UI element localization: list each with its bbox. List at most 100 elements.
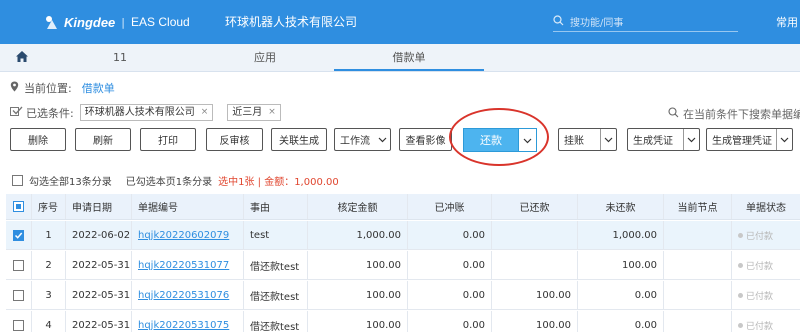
unpaid-amount: 0.00	[578, 281, 664, 309]
related-generate-button[interactable]: 关联生成	[271, 128, 327, 151]
location-label: 当前位置:	[24, 82, 72, 95]
row-checkbox[interactable]	[13, 229, 24, 241]
table-row[interactable]: 1 2022-06-02 hqjk20220602079 test 1,000.…	[6, 221, 800, 250]
column-header: 单据状态	[746, 203, 786, 214]
repaid-amount: 100.00	[492, 281, 578, 309]
column-header: 未还款	[578, 194, 664, 219]
brand-separator: |	[121, 15, 126, 29]
table-row[interactable]: 3 2022-05-31 hqjk20220531076 借还款test 100…	[6, 281, 800, 310]
apply-date: 2022-05-31	[66, 281, 132, 309]
bill-code-link[interactable]: hqjk20220531077	[132, 251, 244, 279]
apply-date: 2022-06-02	[66, 221, 132, 249]
selected-page-label: 已勾选本页1条分录	[125, 177, 213, 188]
row-number: 1	[32, 221, 66, 249]
row-checkbox[interactable]	[13, 259, 24, 271]
row-checkbox[interactable]	[13, 289, 24, 301]
offset-amount: 0.00	[408, 281, 492, 309]
workflow-dropdown[interactable]: 工作流	[334, 128, 391, 151]
table-row[interactable]: 2 2022-05-31 hqjk20220531077 借还款test 100…	[6, 251, 800, 280]
brand-name: Kingdee	[64, 14, 116, 30]
tab-apps[interactable]: 应用	[200, 44, 330, 71]
column-header: 单据编号	[132, 194, 244, 219]
delete-button[interactable]: 删除	[10, 128, 66, 151]
select-all-label: 勾选全部13条分录	[29, 177, 112, 188]
bill-code-link[interactable]: hqjk20220531075	[132, 311, 244, 332]
bill-code-link[interactable]: hqjk20220602079	[132, 221, 244, 249]
column-header: 申请日期	[66, 194, 132, 219]
unpaid-amount: 100.00	[578, 251, 664, 279]
refresh-button[interactable]: 刷新	[75, 128, 131, 151]
generate-voucher-dropdown[interactable]: 生成凭证	[627, 128, 700, 151]
selected-conditions: 已选条件: 环球机器人技术有限公司 × 近三月 ×	[10, 104, 281, 121]
condition-chip-period[interactable]: 近三月 ×	[227, 104, 281, 121]
generate-mgmt-voucher-label: 生成管理凭证	[712, 136, 772, 147]
bill-code-link[interactable]: hqjk20220531076	[132, 281, 244, 309]
current-node	[664, 221, 732, 249]
chevron-down-icon	[374, 129, 390, 150]
column-header: 核定金额	[308, 194, 408, 219]
row-checkbox-cell[interactable]	[6, 281, 32, 309]
view-image-button[interactable]: 查看影像	[399, 128, 452, 151]
repaid-amount: 100.00	[492, 311, 578, 332]
apply-date: 2022-05-31	[66, 311, 132, 332]
hang-account-dropdown[interactable]: 挂账	[558, 128, 617, 151]
approved-amount: 100.00	[308, 251, 408, 279]
bill-status: 已付款	[732, 311, 800, 332]
reason: 借还款test	[244, 311, 308, 332]
search-icon	[553, 14, 564, 29]
company-name[interactable]: 环球机器人技术有限公司	[225, 13, 357, 30]
home-tab[interactable]	[0, 44, 44, 71]
column-header: 当前节点	[664, 194, 732, 219]
condition-chip-company[interactable]: 环球机器人技术有限公司 ×	[79, 104, 214, 121]
workflow-label: 工作流	[340, 136, 370, 147]
location-pin-icon	[10, 81, 19, 95]
column-header: 已还款	[492, 194, 578, 219]
location-link[interactable]: 借款单	[82, 80, 115, 96]
row-number: 2	[32, 251, 66, 279]
offset-amount: 0.00	[408, 311, 492, 332]
favorites-menu[interactable]: 常用	[776, 14, 798, 30]
row-checkbox-cell[interactable]	[6, 251, 32, 279]
current-location: 当前位置: 借款单	[10, 80, 115, 96]
close-icon[interactable]: ×	[268, 105, 276, 120]
approved-amount: 1,000.00	[308, 221, 408, 249]
current-node	[664, 281, 732, 309]
unpaid-amount: 0.00	[578, 311, 664, 332]
tab-loan-bill[interactable]: 借款单	[334, 44, 484, 71]
bill-status: 已付款	[732, 251, 800, 279]
close-icon[interactable]: ×	[201, 105, 209, 120]
global-search[interactable]: 搜功能/同事	[553, 12, 738, 32]
select-all-checkbox[interactable]	[12, 175, 23, 186]
brand-logo[interactable]: Kingdee | EAS Cloud	[44, 12, 190, 32]
offset-amount: 0.00	[408, 221, 492, 249]
column-header: 已冲账	[408, 194, 492, 219]
header-select-checkbox-cell[interactable]	[6, 194, 32, 219]
header-checkbox[interactable]	[13, 201, 24, 212]
tab-11[interactable]: 11	[60, 44, 180, 71]
selection-summary: 勾选全部13条分录 已勾选本页1条分录 选中1张 | 金额：1,000.00	[12, 173, 339, 188]
repaid-amount	[492, 251, 578, 279]
search-icon	[668, 107, 679, 121]
status-badge: 已付款	[746, 291, 774, 302]
chip-label: 环球机器人技术有限公司	[84, 107, 195, 118]
filter-search-input[interactable]: 在当前条件下搜索单据编	[668, 106, 800, 122]
row-checkbox[interactable]	[13, 319, 24, 331]
filter-search-placeholder: 在当前条件下搜索单据编	[683, 108, 800, 121]
generate-mgmt-voucher-dropdown[interactable]: 生成管理凭证	[706, 128, 793, 151]
approved-amount: 100.00	[308, 311, 408, 332]
unaudit-button[interactable]: 反审核	[206, 128, 263, 151]
reason: 借还款test	[244, 251, 308, 279]
offset-amount: 0.00	[408, 251, 492, 279]
table-row[interactable]: 4 2022-05-31 hqjk20220531075 借还款test 100…	[6, 311, 800, 332]
print-button[interactable]: 打印	[140, 128, 196, 151]
top-bar: Kingdee | EAS Cloud 环球机器人技术有限公司 搜功能/同事 常…	[0, 0, 800, 44]
current-node	[664, 311, 732, 332]
row-checkbox-cell[interactable]	[6, 311, 32, 332]
chevron-down-icon	[776, 129, 792, 150]
repaid-amount	[492, 221, 578, 249]
chip-label: 近三月	[232, 107, 263, 118]
status-dot-icon	[738, 292, 743, 298]
status-dot-icon	[738, 262, 743, 268]
row-checkbox-cell[interactable]	[6, 221, 32, 249]
kingdee-logo-icon	[44, 14, 60, 30]
